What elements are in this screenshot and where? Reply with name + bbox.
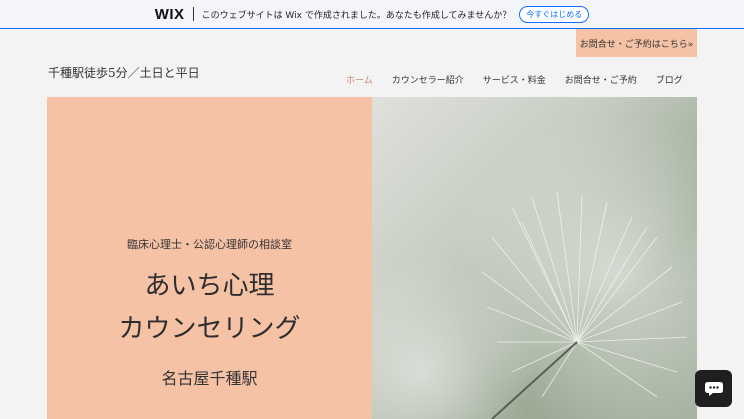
main-nav: ホーム カウンセラー紹介 サービス・料金 お問合せ・ご予約 ブログ xyxy=(346,73,683,86)
nav-item-counselor[interactable]: カウンセラー紹介 xyxy=(392,73,464,86)
hero-text-panel: 臨床心理士・公認心理師の相談室 あいち心理 カウンセリング 名古屋千種駅 xyxy=(47,97,372,419)
chat-button[interactable] xyxy=(695,370,732,407)
banner-message: このウェブサイトは Wix で作成されました。あなたも作成してみませんか？ xyxy=(201,10,512,21)
site-title[interactable]: 千種駅徒歩5分／土日と平日 xyxy=(48,64,200,81)
chat-bubble-icon xyxy=(704,381,723,396)
hero-title-line-2: カウンセリング xyxy=(118,314,301,344)
dandelion-seed-illustration xyxy=(372,97,697,419)
start-now-button[interactable]: 今すぐはじめる xyxy=(519,5,590,23)
banner-divider xyxy=(192,7,194,21)
nav-item-services[interactable]: サービス・料金 xyxy=(483,73,546,86)
hero-location: 名古屋千種駅 xyxy=(161,369,258,388)
contact-reserve-button[interactable]: お問合せ・ご予約はこちら» xyxy=(576,29,697,57)
hero-dandelion-image xyxy=(372,97,697,419)
hero-title: あいち心理 カウンセリング xyxy=(47,265,372,351)
nav-item-contact[interactable]: お問合せ・ご予約 xyxy=(565,73,637,86)
nav-item-blog[interactable]: ブログ xyxy=(656,73,683,86)
wix-logo: WIX xyxy=(154,5,185,23)
wix-banner[interactable]: WIX このウェブサイトは Wix で作成されました。あなたも作成してみませんか… xyxy=(0,0,744,29)
hero-subtitle: 臨床心理士・公認心理師の相談室 xyxy=(127,238,292,251)
nav-item-home[interactable]: ホーム xyxy=(346,73,373,86)
hero-title-line-1: あいち心理 xyxy=(144,271,275,301)
